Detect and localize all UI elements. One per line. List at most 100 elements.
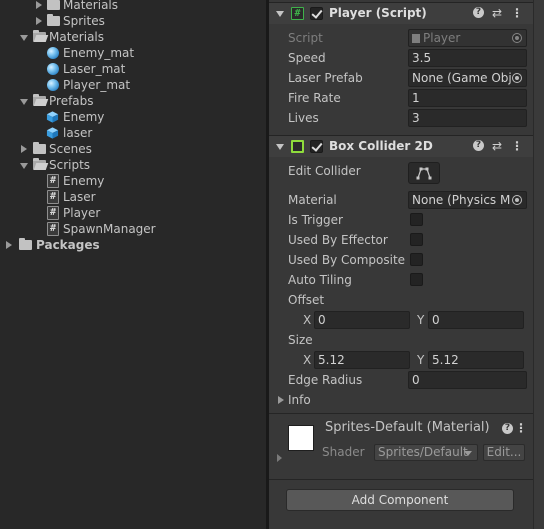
size-x-field[interactable]: 5.12 <box>314 351 410 369</box>
tree-item-materials-sub[interactable]: Materials <box>0 0 266 13</box>
fire-rate-field[interactable]: 1 <box>408 89 527 107</box>
help-icon[interactable]: ? <box>502 423 513 434</box>
expand-arrow-icon[interactable] <box>36 1 42 9</box>
tree-item-spawnmanager-script[interactable]: # SpawnManager <box>0 221 266 237</box>
folder-icon <box>47 14 60 26</box>
presets-icon[interactable]: ⇄ <box>490 139 504 153</box>
csharp-script-icon: # <box>47 206 59 220</box>
context-menu-icon[interactable]: ⋮ <box>510 139 524 153</box>
prefab-cube-icon <box>46 111 59 123</box>
size-x-value: 5.12 <box>318 353 345 367</box>
tree-item-player-mat[interactable]: Player_mat <box>0 77 266 93</box>
edge-radius-value: 0 <box>412 373 420 387</box>
tree-item-materials[interactable]: Materials <box>0 29 266 45</box>
tree-item-label: laser <box>63 126 93 140</box>
shader-dropdown[interactable]: Sprites/Default <box>374 444 478 461</box>
offset-x-label[interactable]: X <box>303 311 311 329</box>
tree-item-laser-mat[interactable]: Laser_mat <box>0 61 266 77</box>
is-trigger-checkbox[interactable] <box>410 213 423 226</box>
expand-arrow-icon[interactable] <box>21 145 27 153</box>
tree-item-prefabs[interactable]: Prefabs <box>0 93 266 109</box>
size-y-label[interactable]: Y <box>417 351 424 369</box>
fold-arrow-icon[interactable] <box>276 144 284 150</box>
help-icon[interactable]: ? <box>473 7 484 18</box>
fire-rate-label[interactable]: Fire Rate <box>288 89 341 107</box>
collapse-arrow-icon[interactable] <box>20 163 28 169</box>
script-label: Script <box>288 31 323 45</box>
context-menu-icon[interactable]: ⋮ <box>510 6 524 20</box>
info-foldout[interactable]: Info <box>269 391 469 409</box>
offset-y-value: 0 <box>432 313 440 327</box>
dropdown-arrow-icon <box>464 451 472 456</box>
tree-item-enemy-script[interactable]: # Enemy <box>0 173 266 189</box>
shader-label: Shader <box>322 445 365 459</box>
edge-radius-field[interactable]: 0 <box>408 371 527 389</box>
tree-item-label: SpawnManager <box>63 222 156 236</box>
tree-item-laser-prefab[interactable]: laser <box>0 125 266 141</box>
tree-item-label: Enemy <box>63 174 105 188</box>
expand-arrow-icon[interactable] <box>277 454 282 462</box>
component-header-player-script[interactable]: # Player (Script) ? ⇄ ⋮ <box>269 2 533 24</box>
size-label: Size <box>288 333 313 347</box>
tree-item-enemy-prefab[interactable]: Enemy <box>0 109 266 125</box>
project-panel: Materials Sprites Materials Enemy_mat La… <box>0 0 266 529</box>
size-y-value: 5.12 <box>432 353 459 367</box>
speed-field[interactable]: 3.5 <box>408 49 527 67</box>
component-enabled-checkbox[interactable] <box>310 7 323 20</box>
auto-tiling-checkbox[interactable] <box>410 273 423 286</box>
lives-label[interactable]: Lives <box>288 109 319 127</box>
material-preview-swatch[interactable] <box>288 425 314 451</box>
offset-y-label[interactable]: Y <box>417 311 424 329</box>
material-icon <box>47 63 59 75</box>
expand-arrow-icon[interactable] <box>6 241 12 249</box>
material-label: Material <box>288 193 337 207</box>
offset-x-field[interactable]: 0 <box>314 311 410 329</box>
tree-item-sprites[interactable]: Sprites <box>0 13 266 29</box>
help-icon[interactable]: ? <box>473 140 484 151</box>
used-by-composite-checkbox[interactable] <box>410 253 423 266</box>
tree-item-scenes[interactable]: Scenes <box>0 141 266 157</box>
lives-field[interactable]: 3 <box>408 109 527 127</box>
tree-item-packages[interactable]: Packages <box>0 237 266 253</box>
tree-item-enemy-mat[interactable]: Enemy_mat <box>0 45 266 61</box>
size-x-label[interactable]: X <box>303 351 311 369</box>
tree-item-player-script[interactable]: # Player <box>0 205 266 221</box>
collapse-arrow-icon[interactable] <box>20 35 28 41</box>
add-component-button[interactable]: Add Component <box>286 489 514 511</box>
folder-icon <box>33 142 46 154</box>
edit-collider-icon <box>416 167 432 180</box>
offset-y-field[interactable]: 0 <box>428 311 524 329</box>
info-label: Info <box>288 393 311 407</box>
collapse-arrow-icon[interactable] <box>20 99 28 105</box>
folder-icon <box>19 238 32 250</box>
laser-prefab-field[interactable]: None (Game Obje <box>408 69 527 87</box>
shader-edit-button[interactable]: Edit... <box>483 444 525 461</box>
size-y-field[interactable]: 5.12 <box>428 351 524 369</box>
tree-item-laser-script[interactable]: # Laser <box>0 189 266 205</box>
material-title: Sprites-Default (Material) <box>325 420 490 435</box>
tree-item-label: Enemy_mat <box>63 46 135 60</box>
used-by-effector-checkbox[interactable] <box>410 233 423 246</box>
edge-radius-label[interactable]: Edge Radius <box>288 371 362 389</box>
csharp-script-icon: # <box>47 190 59 204</box>
fold-arrow-icon[interactable] <box>276 11 284 17</box>
is-trigger-label: Is Trigger <box>288 213 343 227</box>
speed-label[interactable]: Speed <box>288 49 326 67</box>
edit-collider-button[interactable] <box>408 162 440 184</box>
inspector-scrollbar[interactable] <box>533 0 544 529</box>
tree-item-label: Packages <box>36 238 100 252</box>
csharp-script-icon: # <box>47 222 59 236</box>
material-field[interactable]: None (Physics M <box>408 191 527 209</box>
component-header-box-collider-2d[interactable]: Box Collider 2D ? ⇄ ⋮ <box>269 135 533 157</box>
object-picker-icon[interactable] <box>512 195 522 205</box>
context-menu-icon[interactable]: ⋮ <box>514 421 528 435</box>
component-title: Player (Script) <box>329 6 427 20</box>
expand-arrow-icon[interactable] <box>278 396 284 404</box>
expand-arrow-icon[interactable] <box>36 17 42 25</box>
component-enabled-checkbox[interactable] <box>310 140 323 153</box>
speed-value: 3.5 <box>412 51 432 65</box>
tree-item-scripts[interactable]: Scripts <box>0 157 266 173</box>
object-picker-icon[interactable] <box>512 73 522 83</box>
presets-icon[interactable]: ⇄ <box>490 6 504 20</box>
laser-prefab-label: Laser Prefab <box>288 71 363 85</box>
